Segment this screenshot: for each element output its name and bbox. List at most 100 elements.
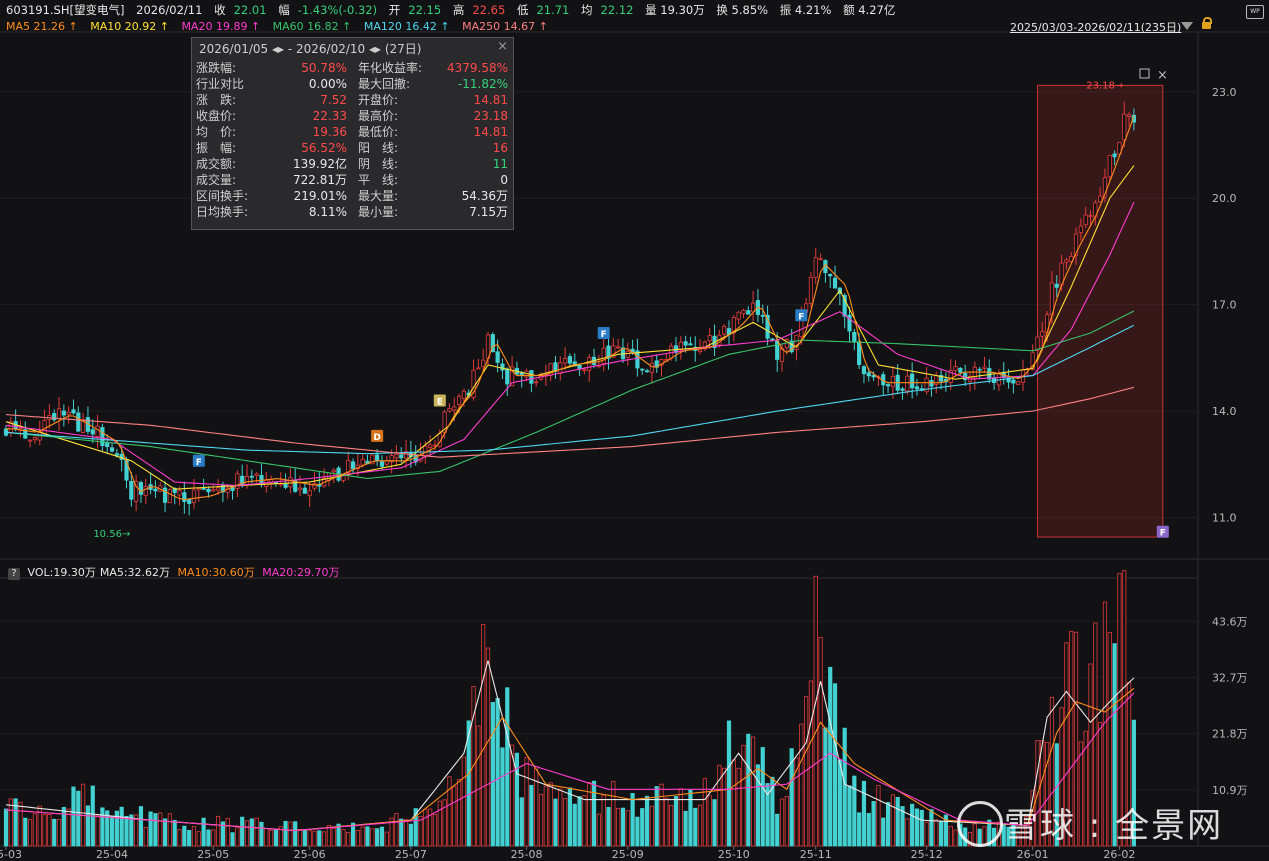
candle-body <box>114 453 119 456</box>
candle-body <box>423 445 428 457</box>
date-range-selector[interactable]: 2025/03/03-2026/02/11(235日) <box>1010 19 1181 35</box>
stat-label: 最大量: <box>358 189 399 203</box>
candle-body <box>191 489 197 503</box>
candle-body <box>746 310 751 315</box>
volume-bar <box>191 826 197 847</box>
ma-line-ma10 <box>5 165 1135 490</box>
volume-bar <box>317 830 322 847</box>
candle-body <box>982 366 987 369</box>
volume-bar <box>341 829 346 847</box>
volume-bar <box>56 819 62 847</box>
candle-body <box>100 427 105 447</box>
low-annotation: 10.56→ <box>93 529 130 540</box>
ma120-legend[interactable]: MA120 16.42 ↑ <box>364 20 450 33</box>
ma-line-ma60 <box>5 310 1135 480</box>
candle-body <box>741 309 746 314</box>
candle-body <box>529 370 534 384</box>
stat-value: 0.00% <box>308 77 347 91</box>
candle-body <box>775 340 780 360</box>
ma5-legend[interactable]: MA5 21.26 ↑ <box>6 20 78 33</box>
candle-body <box>1016 381 1021 386</box>
volume-tick-label: 43.6万 <box>1212 615 1248 628</box>
volume-bar <box>3 808 9 847</box>
volume-bar <box>842 727 847 847</box>
close-icon[interactable]: × <box>497 39 508 54</box>
volume-bar <box>312 830 317 847</box>
volume-bar <box>885 802 891 847</box>
candle-body <box>56 408 62 419</box>
x-tick-label: 25-07 <box>395 848 427 861</box>
volume-bar <box>736 767 741 847</box>
volume-bar <box>235 827 240 847</box>
interval-stats-panel: 2026/01/05 ◂▸ - 2026/02/10 ◂▸ (27日) × 涨跌… <box>191 37 514 230</box>
volume-bar <box>611 780 616 847</box>
candle-body <box>828 273 833 277</box>
stat-label: 区间换手: <box>196 189 249 203</box>
volume-bar <box>399 818 404 847</box>
volume-bar <box>659 783 664 847</box>
stat-label: 最低价: <box>358 125 399 139</box>
stat-label: 最高价: <box>358 109 399 123</box>
candle-body <box>587 357 592 371</box>
price-tick-label: 23.0 <box>1212 86 1237 99</box>
candle-body <box>254 473 259 477</box>
volume-bar <box>847 785 852 847</box>
stat-value: 56.52% <box>301 141 347 155</box>
candle-body <box>644 370 650 373</box>
volume-bar <box>548 782 553 847</box>
candle-body <box>105 442 110 448</box>
volume-bar <box>100 807 105 847</box>
volume-bar <box>505 687 510 847</box>
candle-body <box>76 412 81 432</box>
volume-bar <box>751 736 756 847</box>
ma10-legend[interactable]: MA10 20.92 ↑ <box>90 20 169 33</box>
volume-bar <box>572 803 577 847</box>
help-icon[interactable]: ? <box>8 568 20 580</box>
candle-body <box>66 411 71 416</box>
volume-bar <box>649 805 654 847</box>
candle-body <box>379 461 385 467</box>
candle-body <box>616 346 621 349</box>
watermark: 雪球 : 全景网 <box>956 798 1223 847</box>
event-marker-label: F <box>1160 529 1166 539</box>
volume-bar <box>225 818 230 847</box>
candle-body <box>307 490 312 497</box>
volume-bar <box>654 786 659 847</box>
volume-bar <box>635 816 640 847</box>
volume-bar <box>567 787 573 847</box>
open-value: 22.15 <box>408 3 442 17</box>
stat-label: 成交量: <box>196 173 237 187</box>
watermark-text: 雪球 : 全景网 <box>1004 806 1224 846</box>
ma20-legend[interactable]: MA20 19.89 ↑ <box>181 20 260 33</box>
candle-body <box>447 408 452 412</box>
volume-bar <box>153 813 158 847</box>
amplitude-value: 振 4.21% <box>779 3 832 17</box>
x-tick-label: 25-12 <box>911 848 943 861</box>
candle-body <box>577 364 582 370</box>
volume-bar <box>519 797 524 847</box>
candle-body <box>958 367 963 373</box>
volume-bar <box>601 794 606 847</box>
candle-body <box>861 366 867 375</box>
volume-bar <box>746 733 751 847</box>
candle-body <box>61 410 66 416</box>
volume-bar <box>775 813 780 847</box>
candle-body <box>770 338 775 341</box>
ma60-legend[interactable]: MA60 16.82 ↑ <box>273 20 352 33</box>
x-tick-label: 25-06 <box>294 848 326 861</box>
stat-value: 54.36万 <box>461 189 508 203</box>
volume-bar <box>379 826 385 847</box>
volume-bar <box>524 757 529 847</box>
ma250-legend[interactable]: MA250 14.67 ↑ <box>462 20 548 33</box>
candle-body <box>249 475 254 478</box>
candle-body <box>394 454 399 459</box>
volume-bar <box>534 766 539 847</box>
interval-header[interactable]: 2026/01/05 ◂▸ - 2026/02/10 ◂▸ (27日) <box>199 40 421 57</box>
volume-bar <box>403 819 409 847</box>
turnover-value: 换 5.85% <box>716 3 769 17</box>
x-tick-label: 25-10 <box>718 848 750 861</box>
volume-bar <box>485 647 491 847</box>
chevron-down-icon[interactable] <box>1181 22 1193 30</box>
wp-icon[interactable]: WP <box>1246 5 1264 19</box>
candle-body <box>211 488 216 492</box>
